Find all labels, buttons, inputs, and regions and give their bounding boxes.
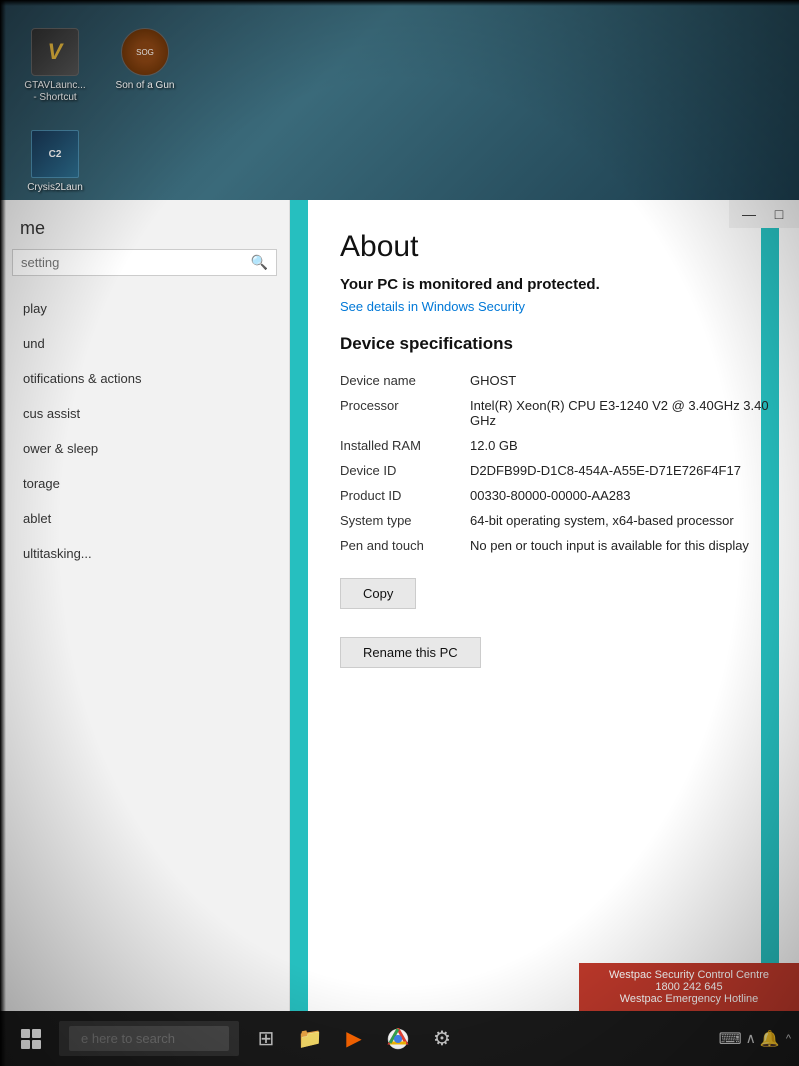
about-panel: About Your PC is monitored and protected…: [315, 230, 774, 678]
spec-label-ram: Installed RAM: [340, 433, 470, 458]
spec-value-pen-touch: No pen or touch input is available for t…: [470, 533, 774, 558]
desktop-icons-row1: V GTAVLaunc... - Shortcut SOG Son of a G…: [0, 18, 799, 114]
about-title: About: [340, 230, 774, 264]
search-input[interactable]: [21, 255, 247, 270]
start-button[interactable]: [8, 1016, 53, 1061]
settings-button[interactable]: ⚙: [423, 1020, 461, 1058]
spec-label-product-id: Product ID: [340, 483, 470, 508]
sidebar-item-display[interactable]: play: [0, 291, 289, 326]
taskbar-search-wrapper[interactable]: [59, 1021, 239, 1056]
window-controls: — □: [729, 200, 799, 228]
taskbar: ⊞ 📁 ▶ ⚙ ⌨ ∧ 🔔 ^: [0, 1011, 799, 1066]
systray-icons: ⌨ ∧ 🔔: [719, 1029, 780, 1049]
sidebar-item-tablet[interactable]: ablet: [0, 501, 289, 536]
spec-row-product-id: Product ID 00330-80000-00000-AA283: [340, 483, 774, 508]
windows-start-icon: [21, 1029, 41, 1049]
teal-bar-left: [290, 200, 308, 1011]
crysis-icon: C2: [31, 130, 79, 178]
westpac-notification: Westpac Security Control Centre 1800 242…: [579, 963, 799, 1011]
vlc-button[interactable]: ▶: [335, 1020, 373, 1058]
spec-row-device-id: Device ID D2DFB99D-D1C8-454A-A55E-D71E72…: [340, 458, 774, 483]
son-icon-label: Son of a Gun: [116, 80, 175, 92]
westpac-line1: Westpac Security Control Centre: [591, 969, 787, 981]
spec-label-system-type: System type: [340, 508, 470, 533]
time-display: ^: [786, 1033, 791, 1045]
taskbar-search-input[interactable]: [69, 1026, 229, 1051]
pc-status-text: Your PC is monitored and protected.: [340, 276, 774, 293]
device-specs-title: Device specifications: [340, 334, 774, 354]
chrome-button[interactable]: [379, 1020, 417, 1058]
desktop-icon-son[interactable]: SOG Son of a Gun: [110, 28, 180, 104]
main-content: About Your PC is monitored and protected…: [290, 200, 799, 1011]
westpac-line3: Westpac Emergency Hotline: [591, 993, 787, 1005]
settings-sidebar: me 🔍 play und otifications & actions cus…: [0, 200, 290, 1011]
son-icon: SOG: [121, 28, 169, 76]
notifications-icon[interactable]: 🔔: [760, 1029, 780, 1049]
spec-row-ram: Installed RAM 12.0 GB: [340, 433, 774, 458]
gtav-icon-label: GTAVLaunc...: [24, 80, 85, 92]
spec-row-device-name: Device name GHOST: [340, 368, 774, 393]
spec-value-processor: Intel(R) Xeon(R) CPU E3-1240 V2 @ 3.40GH…: [470, 393, 774, 433]
desktop-icon-crysis[interactable]: C2 Crysis2Laun: [20, 130, 90, 194]
sidebar-item-sound[interactable]: und: [0, 326, 289, 361]
desktop: V GTAVLaunc... - Shortcut SOG Son of a G…: [0, 0, 799, 210]
clock-time: ^: [786, 1033, 791, 1045]
search-bar[interactable]: 🔍: [12, 249, 277, 276]
desktop-icons-row2: C2 Crysis2Laun: [20, 130, 90, 194]
sidebar-item-notifications[interactable]: otifications & actions: [0, 361, 289, 396]
spec-value-product-id: 00330-80000-00000-AA283: [470, 483, 774, 508]
taskbar-app-icons: ⊞ 📁 ▶ ⚙: [247, 1020, 461, 1058]
copy-button[interactable]: Copy: [340, 578, 416, 609]
sidebar-item-storage[interactable]: torage: [0, 466, 289, 501]
spec-value-device-name: GHOST: [470, 368, 774, 393]
gtav-icon-label2: - Shortcut: [33, 92, 76, 104]
spec-label-pen-touch: Pen and touch: [340, 533, 470, 558]
spec-label-processor: Processor: [340, 393, 470, 433]
crysis-icon-label: Crysis2Laun: [27, 182, 83, 194]
westpac-line2: 1800 242 645: [591, 981, 787, 993]
sidebar-home-label: me: [0, 210, 289, 244]
taskbar-systray: ⌨ ∧ 🔔 ^: [719, 1029, 791, 1049]
spec-value-device-id: D2DFB99D-D1C8-454A-A55E-D71E726F4F17: [470, 458, 774, 483]
desktop-icon-gtav[interactable]: V GTAVLaunc... - Shortcut: [20, 28, 90, 104]
task-view-button[interactable]: ⊞: [247, 1020, 285, 1058]
spec-value-system-type: 64-bit operating system, x64-based proce…: [470, 508, 774, 533]
sidebar-item-focus[interactable]: cus assist: [0, 396, 289, 431]
sidebar-nav: play und otifications & actions cus assi…: [0, 291, 289, 571]
spec-table: Device name GHOST Processor Intel(R) Xeo…: [340, 368, 774, 558]
spec-label-device-id: Device ID: [340, 458, 470, 483]
sidebar-item-power[interactable]: ower & sleep: [0, 431, 289, 466]
tray-up-arrow[interactable]: ∧: [746, 1030, 756, 1047]
spec-row-system-type: System type 64-bit operating system, x64…: [340, 508, 774, 533]
security-link[interactable]: See details in Windows Security: [340, 299, 774, 314]
rename-pc-button[interactable]: Rename this PC: [340, 637, 481, 668]
spec-row-pen-touch: Pen and touch No pen or touch input is a…: [340, 533, 774, 558]
settings-window: me 🔍 play und otifications & actions cus…: [0, 200, 799, 1011]
spec-value-ram: 12.0 GB: [470, 433, 774, 458]
spec-row-processor: Processor Intel(R) Xeon(R) CPU E3-1240 V…: [340, 393, 774, 433]
maximize-button[interactable]: □: [765, 204, 793, 224]
sidebar-item-multitasking[interactable]: ultitasking...: [0, 536, 289, 571]
action-buttons: Copy Rename this PC: [340, 578, 774, 678]
search-icon: 🔍: [251, 254, 268, 271]
keyboard-layout-icon: ⌨: [719, 1029, 742, 1049]
spec-label-device-name: Device name: [340, 368, 470, 393]
minimize-button[interactable]: —: [735, 204, 763, 224]
gtav-icon: V: [31, 28, 79, 76]
file-explorer-button[interactable]: 📁: [291, 1020, 329, 1058]
